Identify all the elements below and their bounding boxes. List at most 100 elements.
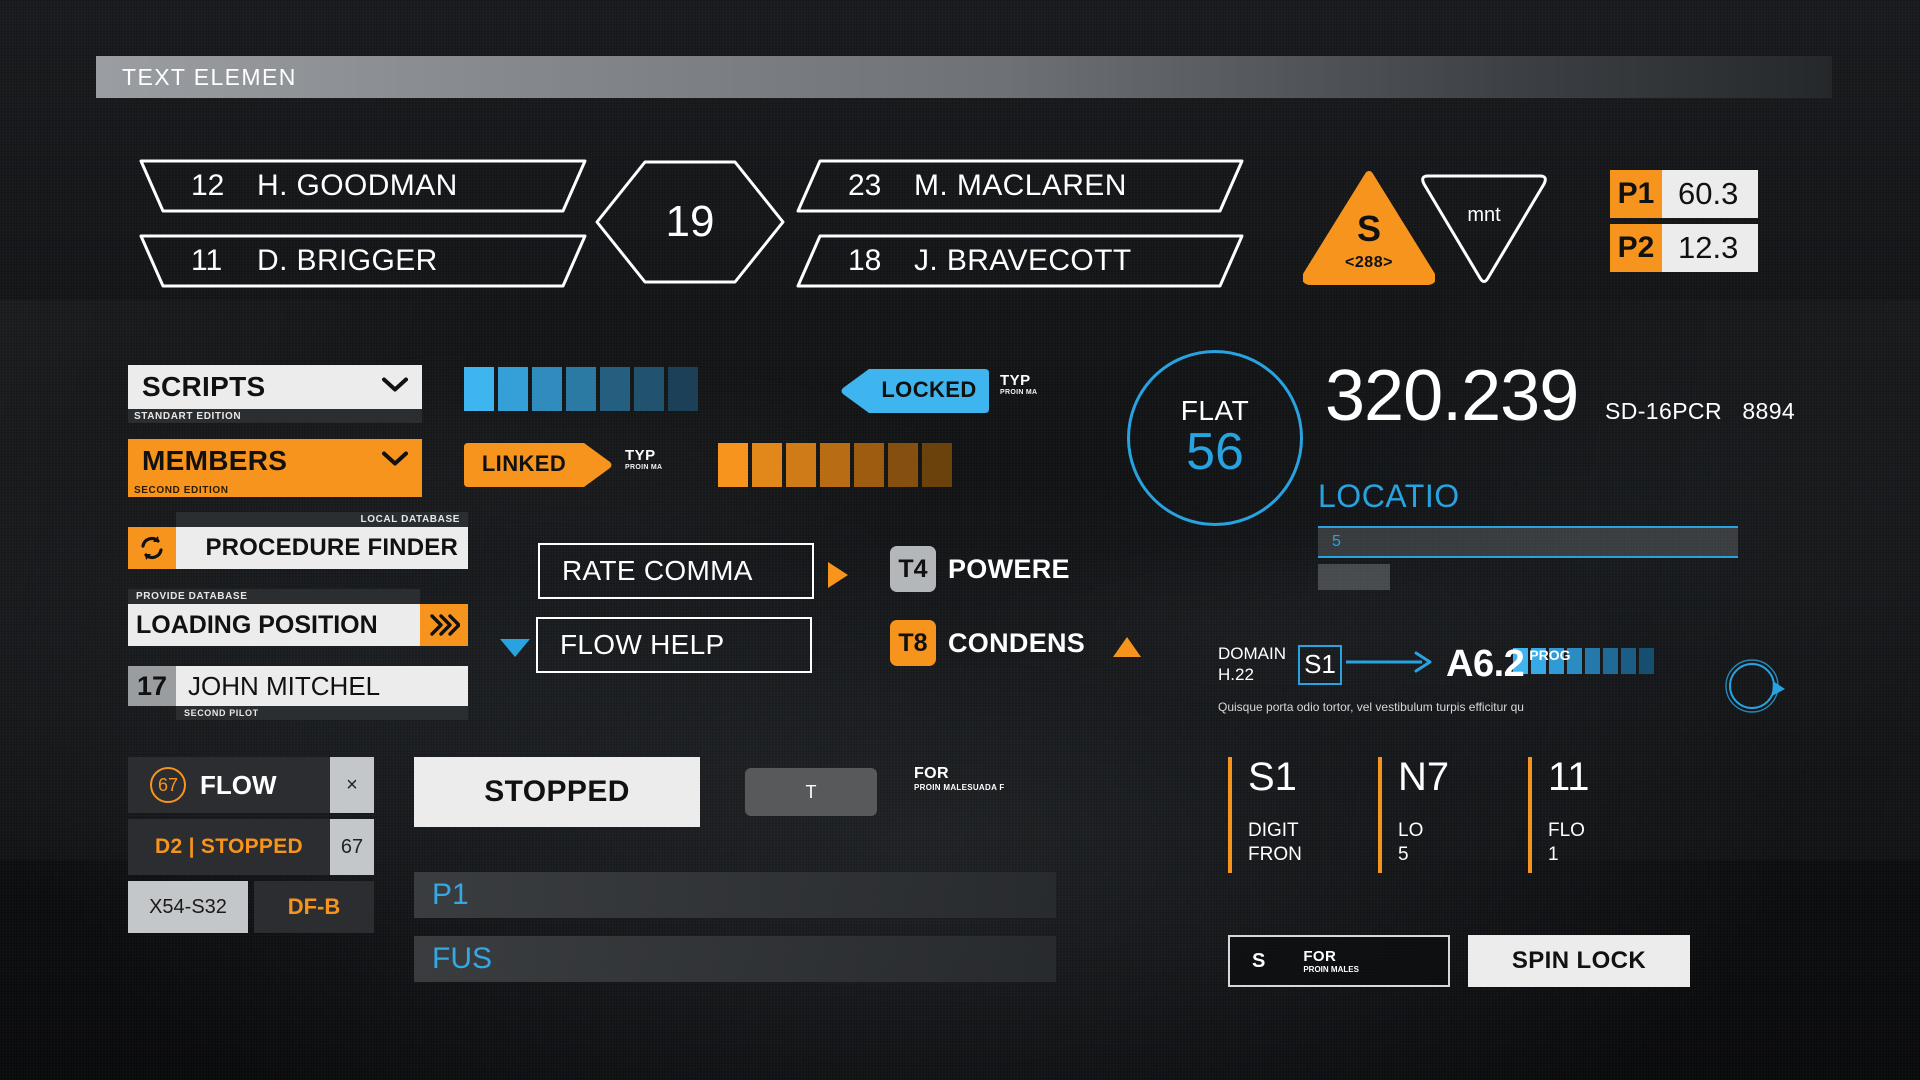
linked-caption: TYP PROIN MA xyxy=(625,447,662,471)
status-row[interactable]: D2 | STOPPED 67 xyxy=(128,819,374,875)
chip-label: POWERE xyxy=(948,553,1070,584)
stat-item: N7 LO 5 xyxy=(1378,757,1528,873)
s-for-button[interactable]: S FOR PROIN MALES xyxy=(1228,935,1450,987)
dropdown-group: SCRIPTS STANDART EDITION MEMBERS SECOND … xyxy=(128,365,422,497)
chevron-down-icon xyxy=(382,451,408,472)
stat-item: S1 DIGIT FRON xyxy=(1228,757,1378,873)
arrow-right-icon xyxy=(1346,651,1432,678)
wide-bar-p1[interactable]: P1 xyxy=(414,872,1056,918)
flow-main: 67 FLOW xyxy=(128,757,330,813)
segment-cell xyxy=(922,443,952,487)
roster-number: 23 xyxy=(848,169,882,202)
location-secondary-bar[interactable] xyxy=(1318,564,1390,590)
hud-screen: TEXT ELEMEN 12 H. GOODMAN 11 D. BRIGGER … xyxy=(0,0,1920,1080)
rate-comma-button[interactable]: RATE COMMA xyxy=(538,543,814,599)
pressure-value: 60.3 xyxy=(1662,170,1758,218)
stopped-button[interactable]: STOPPED xyxy=(414,757,700,827)
location-title: LOCATIO xyxy=(1318,478,1460,514)
segment-cell xyxy=(1585,648,1600,674)
linked-tag[interactable]: LINKED xyxy=(464,443,612,487)
flat-title: FLAT xyxy=(1180,394,1250,426)
procedure-finder-label: PROCEDURE FINDER xyxy=(176,527,468,569)
roster-name: H. GOODMAN xyxy=(257,169,458,202)
procedure-finder-row[interactable]: PROCEDURE FINDER xyxy=(128,527,468,569)
segment-cell xyxy=(1603,648,1618,674)
status-value: 67 xyxy=(330,819,374,875)
locked-label: LOCKED xyxy=(881,377,977,402)
pressure-value: 12.3 xyxy=(1662,224,1758,272)
pilot-row[interactable]: 17 JOHN MITCHEL xyxy=(128,666,468,706)
dropdown-members[interactable]: MEMBERS xyxy=(128,439,422,483)
double-chevron-icon[interactable] xyxy=(420,604,468,646)
pressure-row[interactable]: P1 60.3 xyxy=(1610,170,1758,218)
segment-cell xyxy=(532,367,562,411)
locked-caption-sub: PROIN MA xyxy=(1000,389,1038,396)
dropdown-scripts[interactable]: SCRIPTS xyxy=(128,365,422,409)
pressure-key: P2 xyxy=(1610,224,1662,272)
pressure-key: P1 xyxy=(1610,170,1662,218)
s-for-sub: PROIN MALES xyxy=(1303,965,1359,974)
roster-plate-right-1[interactable]: 23 M. MACLAREN xyxy=(790,157,1250,215)
close-icon[interactable]: × xyxy=(330,757,374,813)
pilot-caption: SECOND PILOT xyxy=(176,706,468,720)
linked-caption-sub: PROIN MA xyxy=(625,464,663,471)
code-right[interactable]: DF-B xyxy=(254,881,374,933)
flow-panel: 67 FLOW × D2 | STOPPED 67 X54-S32 DF-B xyxy=(128,757,374,933)
location-progress-bar[interactable]: 5 xyxy=(1318,526,1738,558)
domain-description: Quisque porta odio tortor, vel vestibulu… xyxy=(1218,700,1524,714)
inverted-triangle-icon xyxy=(1421,174,1547,283)
chip-code: T8 xyxy=(890,620,936,666)
code-row: X54-S32 DF-B xyxy=(128,881,374,933)
stat-item: 11 FLO 1 xyxy=(1528,757,1678,873)
roster-plate-left-2[interactable]: 11 D. BRIGGER xyxy=(133,232,593,290)
stat-line2: FRON xyxy=(1248,843,1302,865)
domain-labels: DOMAIN H.22 xyxy=(1218,644,1286,685)
stat-line2: 1 xyxy=(1548,843,1559,865)
mnt-triangle-badge[interactable]: mnt xyxy=(1418,170,1550,285)
domain-title: DOMAIN xyxy=(1218,643,1286,663)
t-button[interactable]: T xyxy=(745,768,877,816)
chip-row-t4[interactable]: T4 POWERE xyxy=(890,546,1070,592)
segment-cell xyxy=(1639,648,1654,674)
loading-position-row[interactable]: LOADING POSITION xyxy=(128,604,468,646)
stat-line1: LO xyxy=(1398,820,1424,841)
mnt-label: mnt xyxy=(1467,204,1501,226)
flow-badge: 67 xyxy=(150,767,186,803)
flow-row[interactable]: 67 FLOW × xyxy=(128,757,374,813)
location-bar-value: 5 xyxy=(1332,533,1341,550)
roster-name: M. MACLAREN xyxy=(914,169,1127,202)
segment-cell xyxy=(854,443,884,487)
segment-cell xyxy=(752,443,782,487)
dropdown-caption: SECOND EDITION xyxy=(128,483,422,497)
wide-bar-fus[interactable]: FUS xyxy=(414,936,1056,982)
wide-bar-label: FUS xyxy=(432,942,492,975)
chevron-down-icon xyxy=(382,377,408,398)
stat-value: S1 xyxy=(1248,755,1297,799)
locked-tag[interactable]: LOCKED xyxy=(841,369,989,413)
segment-cell xyxy=(820,443,850,487)
chip-code: T4 xyxy=(890,546,936,592)
s-for-title: FOR xyxy=(1303,948,1337,965)
segment-cell xyxy=(888,443,918,487)
roster-plate-left-1[interactable]: 12 H. GOODMAN xyxy=(133,157,593,215)
domain-state-badge[interactable]: S1 xyxy=(1298,644,1342,685)
for-caption-sub: PROIN MALESUADA F xyxy=(914,783,1005,792)
roster-hex-badge[interactable]: 19 xyxy=(593,158,787,286)
stats-group: S1 DIGIT FRON N7 LO 5 11 FLO 1 xyxy=(1228,757,1678,873)
readout-code-text: SD-16PCR xyxy=(1605,398,1722,424)
roster-plate-right-2[interactable]: 18 J. BRAVECOTT xyxy=(790,232,1250,290)
segment-cell xyxy=(668,367,698,411)
roster-number: 11 xyxy=(191,244,223,277)
refresh-icon[interactable] xyxy=(128,527,176,569)
pressure-row[interactable]: P2 12.3 xyxy=(1610,224,1758,272)
flow-help-button[interactable]: FLOW HELP xyxy=(536,617,812,673)
chip-row-t8[interactable]: T8 CONDENS xyxy=(890,620,1085,666)
dropdown-label: SCRIPTS xyxy=(142,371,266,402)
pilot-number: 17 xyxy=(128,666,176,706)
spin-lock-button[interactable]: SPIN LOCK xyxy=(1468,935,1690,987)
code-left[interactable]: X54-S32 xyxy=(128,881,248,933)
warning-triangle-badge[interactable]: S <288> xyxy=(1303,170,1435,285)
domain-value: A6.2 xyxy=(1446,643,1525,685)
status-label: D2 | STOPPED xyxy=(155,835,303,858)
